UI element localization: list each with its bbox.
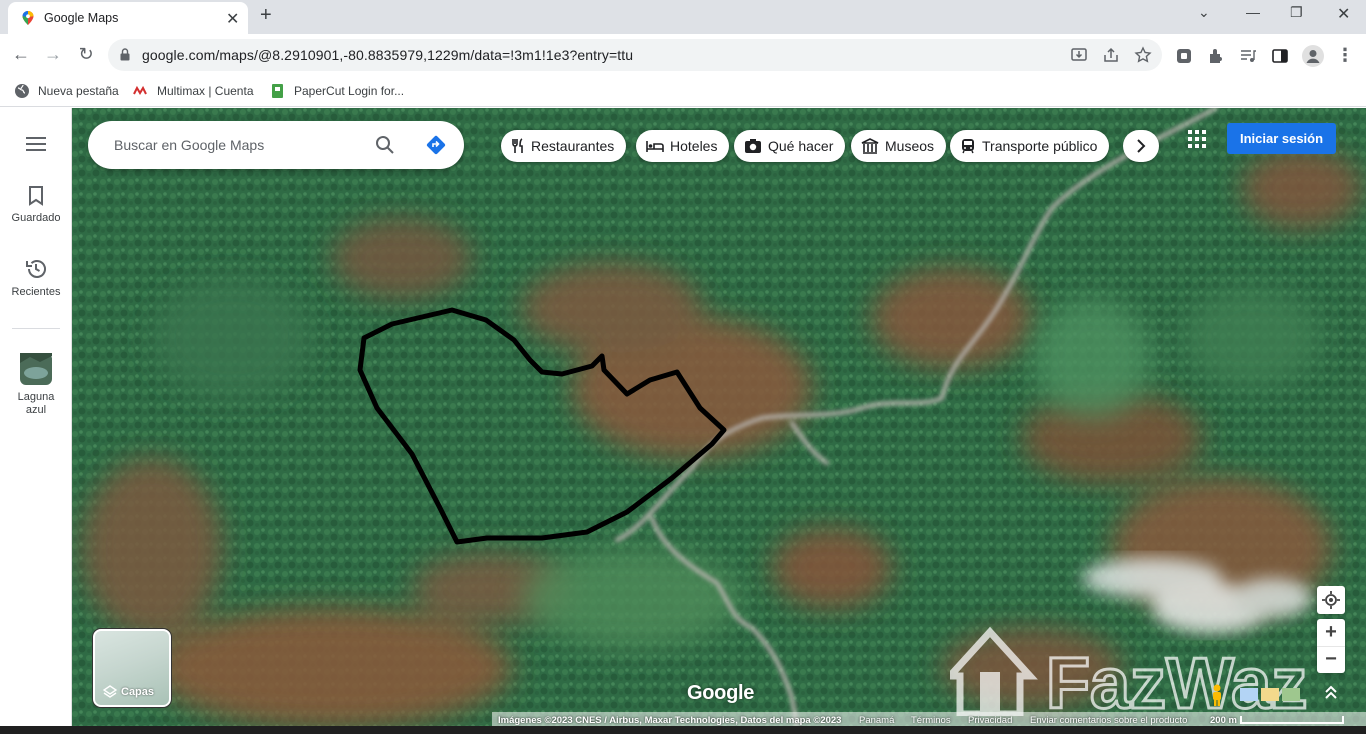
svg-text:FazWaz: FazWaz [1046,644,1307,716]
sidebar-item-label: Recientes [11,286,61,298]
window-close-icon[interactable]: ✕ [1337,4,1350,24]
scale-bar [1240,716,1344,724]
zoom-in-button[interactable]: + [1317,619,1345,646]
pegman-icon[interactable] [1208,684,1226,706]
share-icon[interactable] [1102,46,1120,64]
google-logo: Google [687,682,755,704]
layers-label: Capas [121,686,155,698]
my-location-button[interactable] [1317,586,1345,614]
sidebar-item-laguna-azul[interactable]: Laguna azul [0,353,72,417]
menu-kebab-icon[interactable]: ⋮ [1334,44,1356,66]
globe-icon [15,84,29,98]
bookmark-papercut[interactable]: PaperCut Login for... [270,83,404,99]
profile-avatar-icon[interactable] [1302,45,1324,67]
chip-label: Hoteles [670,138,718,154]
lock-icon [120,48,130,61]
sidebar-divider [12,328,60,329]
address-bar[interactable]: google.com/maps/@8.2910901,-80.8835979,1… [108,39,1162,71]
bookmark-label: Nueva pestaña [38,84,119,98]
sidebar-item-label: Guardado [11,212,61,224]
multimax-icon [133,85,147,95]
maps-sidebar: Guardado Recientes Laguna azul [0,108,72,726]
chip-label: Qué hacer [768,138,834,154]
back-icon[interactable]: ← [10,43,32,65]
extension-shield-icon[interactable] [1175,47,1193,65]
bookmark-multimax[interactable]: Multimax | Cuenta [133,83,254,99]
sidebar-item-label: Laguna azul [17,391,55,416]
country-link[interactable]: Panamá [859,715,894,726]
terms-link[interactable]: Términos [911,715,951,726]
side-panel-icon[interactable] [1271,47,1289,65]
bookmark-label: Multimax | Cuenta [157,84,254,98]
chip-hoteles[interactable]: Hoteles [636,130,730,162]
chip-label: Museos [885,138,935,154]
papercut-icon [272,84,283,98]
chip-museos[interactable]: Museos [851,130,947,162]
camera-icon [745,139,761,153]
zoom-controls: + − [1317,619,1345,673]
layers-icon [103,685,117,698]
bookmark-icon [29,186,43,206]
chip-label: Transporte público [982,138,1098,154]
place-thumbnail [20,353,52,385]
reload-icon[interactable]: ↻ [75,43,97,65]
museum-icon [861,138,879,154]
maps-app: Guardado Recientes Laguna azul Buscar en… [0,108,1366,726]
google-maps-favicon-icon [22,11,34,25]
tab-strip: Google Maps ✕ + ⌄ — ❐ ✕ [0,0,1366,34]
sidebar-item-recientes[interactable]: Recientes [0,258,72,298]
url-text: google.com/maps/@8.2910901,-80.8835979,1… [142,47,634,63]
fazwaz-watermark-logo: FazWaz [950,626,1309,716]
new-tab-icon[interactable]: + [260,4,272,27]
search-input[interactable] [112,133,362,157]
chip-que-hacer[interactable]: Qué hacer [734,130,846,162]
bookmark-label: PaperCut Login for... [294,84,405,98]
browser-toolbar: ← → ↻ google.com/maps/@8.2910901,-80.883… [0,34,1366,76]
sidebar-item-guardado[interactable]: Guardado [0,186,72,224]
search-box [88,121,464,169]
media-control-icon[interactable] [1239,47,1257,65]
map-footer: Imágenes ©2023 CNES / Airbus, Maxar Tech… [492,712,1366,726]
restaurant-icon [512,138,523,153]
sign-in-button[interactable]: Iniciar sesión [1227,123,1336,154]
bookmarks-bar: Nueva pestaña Multimax | Cuenta PaperCut… [0,76,1366,107]
search-icon[interactable] [375,135,395,155]
privacy-link[interactable]: Privacidad [968,715,1012,726]
bookmark-nueva-pestana[interactable]: Nueva pestaña [14,83,119,99]
chevron-right-icon [1137,139,1146,153]
google-apps-grid-icon[interactable] [1188,130,1206,148]
restore-icon[interactable]: ❐ [1290,4,1303,21]
extensions-puzzle-icon[interactable] [1207,47,1225,65]
chip-transporte-publico[interactable]: Transporte público [950,130,1110,162]
history-icon [26,260,46,278]
taskbar-strip [0,726,1366,734]
chip-restaurantes[interactable]: Restaurantes [501,130,627,162]
imagery-thumbnails[interactable] [1240,686,1302,702]
menu-button[interactable] [0,136,72,158]
directions-icon[interactable] [425,134,447,156]
forward-icon[interactable]: → [42,43,64,65]
minimize-icon[interactable]: — [1246,4,1260,20]
tab-search-chevron-icon[interactable]: ⌄ [1198,4,1210,21]
transit-icon [962,139,974,154]
chip-label: Restaurantes [531,138,615,154]
layers-button[interactable]: Capas [93,629,171,707]
my-location-icon [1322,591,1340,609]
feedback-link[interactable]: Enviar comentarios sobre el producto [1030,715,1187,726]
hamburger-menu-icon [26,137,46,151]
scale-label[interactable]: 200 m [1210,715,1237,726]
chips-next-button[interactable] [1123,130,1159,162]
tab-title: Google Maps [44,11,119,25]
expand-up-chevron-icon[interactable] [1324,684,1338,700]
zoom-out-button[interactable]: − [1317,646,1345,673]
install-app-icon[interactable] [1070,46,1088,64]
tab-google-maps[interactable]: Google Maps ✕ [8,2,248,34]
attribution-text: Imágenes ©2023 CNES / Airbus, Maxar Tech… [498,715,842,726]
tab-close-icon[interactable]: ✕ [226,9,239,29]
bookmark-star-icon[interactable] [1134,46,1152,64]
hotel-icon [646,141,664,152]
